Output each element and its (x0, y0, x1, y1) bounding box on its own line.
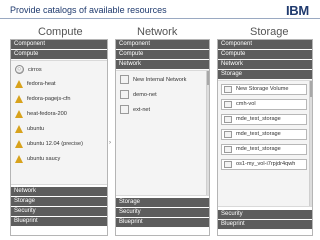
disc-icon (15, 65, 24, 74)
blueprint-bar[interactable]: Blueprint (116, 218, 209, 227)
compute-bar[interactable]: Compute (11, 50, 107, 59)
title-divider (0, 18, 320, 19)
security-bar[interactable]: Security (218, 210, 312, 219)
network-bar[interactable]: Network (218, 60, 312, 69)
network-column-heading: Network (137, 26, 178, 38)
item-label: ubuntu 12.04 (precise) (27, 140, 83, 147)
storage-bar[interactable]: Storage (11, 197, 107, 206)
compute-item-list: cirros fedora-heat fedora-pagejs-cfn hea… (11, 60, 107, 185)
item-label: heat-fedora-200 (27, 110, 67, 117)
list-item[interactable]: heat-fedora-200 (15, 107, 104, 120)
item-label: fedora-heat (27, 80, 56, 87)
storage-column-heading: Storage (250, 26, 289, 38)
list-item[interactable]: ubuntu (15, 122, 104, 135)
linux-penguin-icon (15, 109, 23, 118)
network-catalog-panel: Component Compute Network New Internal N… (115, 39, 210, 236)
list-item[interactable]: mde_test_storage (221, 129, 307, 140)
list-item[interactable]: cirros (15, 63, 104, 76)
storage-bar[interactable]: Storage (116, 198, 209, 207)
compute-catalog-panel: Component Compute cirros fedora-heat fed… (10, 39, 108, 236)
item-label: mde_test_storage (236, 146, 281, 152)
arrow-right-icon: › (109, 140, 111, 146)
item-label: mde_test_storage (236, 131, 281, 137)
component-bar[interactable]: Component (218, 40, 312, 49)
blueprint-bar[interactable]: Blueprint (218, 220, 312, 229)
list-item[interactable]: os1-my_vol-i7rpjdr4qwh (221, 159, 307, 170)
network-icon (120, 75, 129, 84)
scroll-handle[interactable] (310, 81, 312, 97)
storage-item-list: New Storage Volume cmh-vol mde_test_stor… (218, 80, 312, 207)
network-bar[interactable]: Network (116, 60, 209, 69)
blueprint-bar[interactable]: Blueprint (11, 217, 107, 226)
list-item[interactable]: mde_test_storage (221, 144, 307, 155)
item-label: New Storage Volume (236, 86, 289, 92)
volume-icon (224, 86, 232, 93)
linux-penguin-icon (15, 124, 23, 133)
item-label: cmh-vol (236, 101, 256, 107)
component-bar[interactable]: Component (11, 40, 107, 49)
item-label: mde_test_storage (236, 116, 281, 122)
storage-catalog-panel: Component Compute Network Storage New St… (217, 39, 313, 236)
compute-bar[interactable]: Compute (218, 50, 312, 59)
compute-column-heading: Compute (38, 26, 83, 38)
linux-penguin-icon (15, 79, 23, 88)
volume-icon (224, 101, 232, 108)
compute-bar[interactable]: Compute (116, 50, 209, 59)
network-item-list: New Internal Network demo-net ext-net (116, 70, 209, 196)
item-label: New Internal Network (133, 76, 187, 83)
list-item[interactable]: fedora-heat (15, 77, 104, 90)
item-label: cirros (28, 66, 42, 73)
volume-icon (224, 146, 232, 153)
storage-bar[interactable]: Storage (218, 70, 312, 79)
item-label: demo-net (133, 91, 157, 98)
network-icon (120, 105, 129, 114)
scrollbar[interactable] (206, 71, 209, 195)
list-item[interactable]: ubuntu 12.04 (precise) (15, 137, 104, 150)
volume-icon (224, 131, 232, 138)
item-label: ubuntu (27, 125, 45, 132)
volume-icon (224, 116, 232, 123)
list-item[interactable]: ubuntu saucy (15, 152, 104, 165)
list-item[interactable]: cmh-vol (221, 99, 307, 110)
network-bar[interactable]: Network (11, 187, 107, 196)
scrollbar[interactable] (309, 81, 312, 206)
ibm-logo: IBM (286, 3, 314, 18)
scroll-handle[interactable] (207, 71, 209, 85)
security-bar[interactable]: Security (11, 207, 107, 216)
volume-icon (224, 161, 232, 168)
item-label: os1-my_vol-i7rpjdr4qwh (236, 161, 296, 167)
item-label: ext-net (133, 106, 151, 113)
network-icon (120, 90, 129, 99)
security-bar[interactable]: Security (116, 208, 209, 217)
item-label: ubuntu saucy (27, 155, 61, 162)
list-item[interactable]: ext-net (120, 103, 206, 116)
list-item[interactable]: mde_test_storage (221, 114, 307, 125)
list-item[interactable]: New Storage Volume (221, 84, 307, 95)
linux-penguin-icon (15, 139, 23, 148)
linux-penguin-icon (15, 154, 23, 163)
linux-penguin-icon (15, 94, 23, 103)
list-item[interactable]: fedora-pagejs-cfn (15, 92, 104, 105)
component-bar[interactable]: Component (116, 40, 209, 49)
item-label: fedora-pagejs-cfn (27, 95, 71, 102)
list-item[interactable]: New Internal Network (120, 73, 206, 86)
list-item[interactable]: demo-net (120, 88, 206, 101)
slide-title: Provide catalogs of available resources (10, 5, 167, 15)
